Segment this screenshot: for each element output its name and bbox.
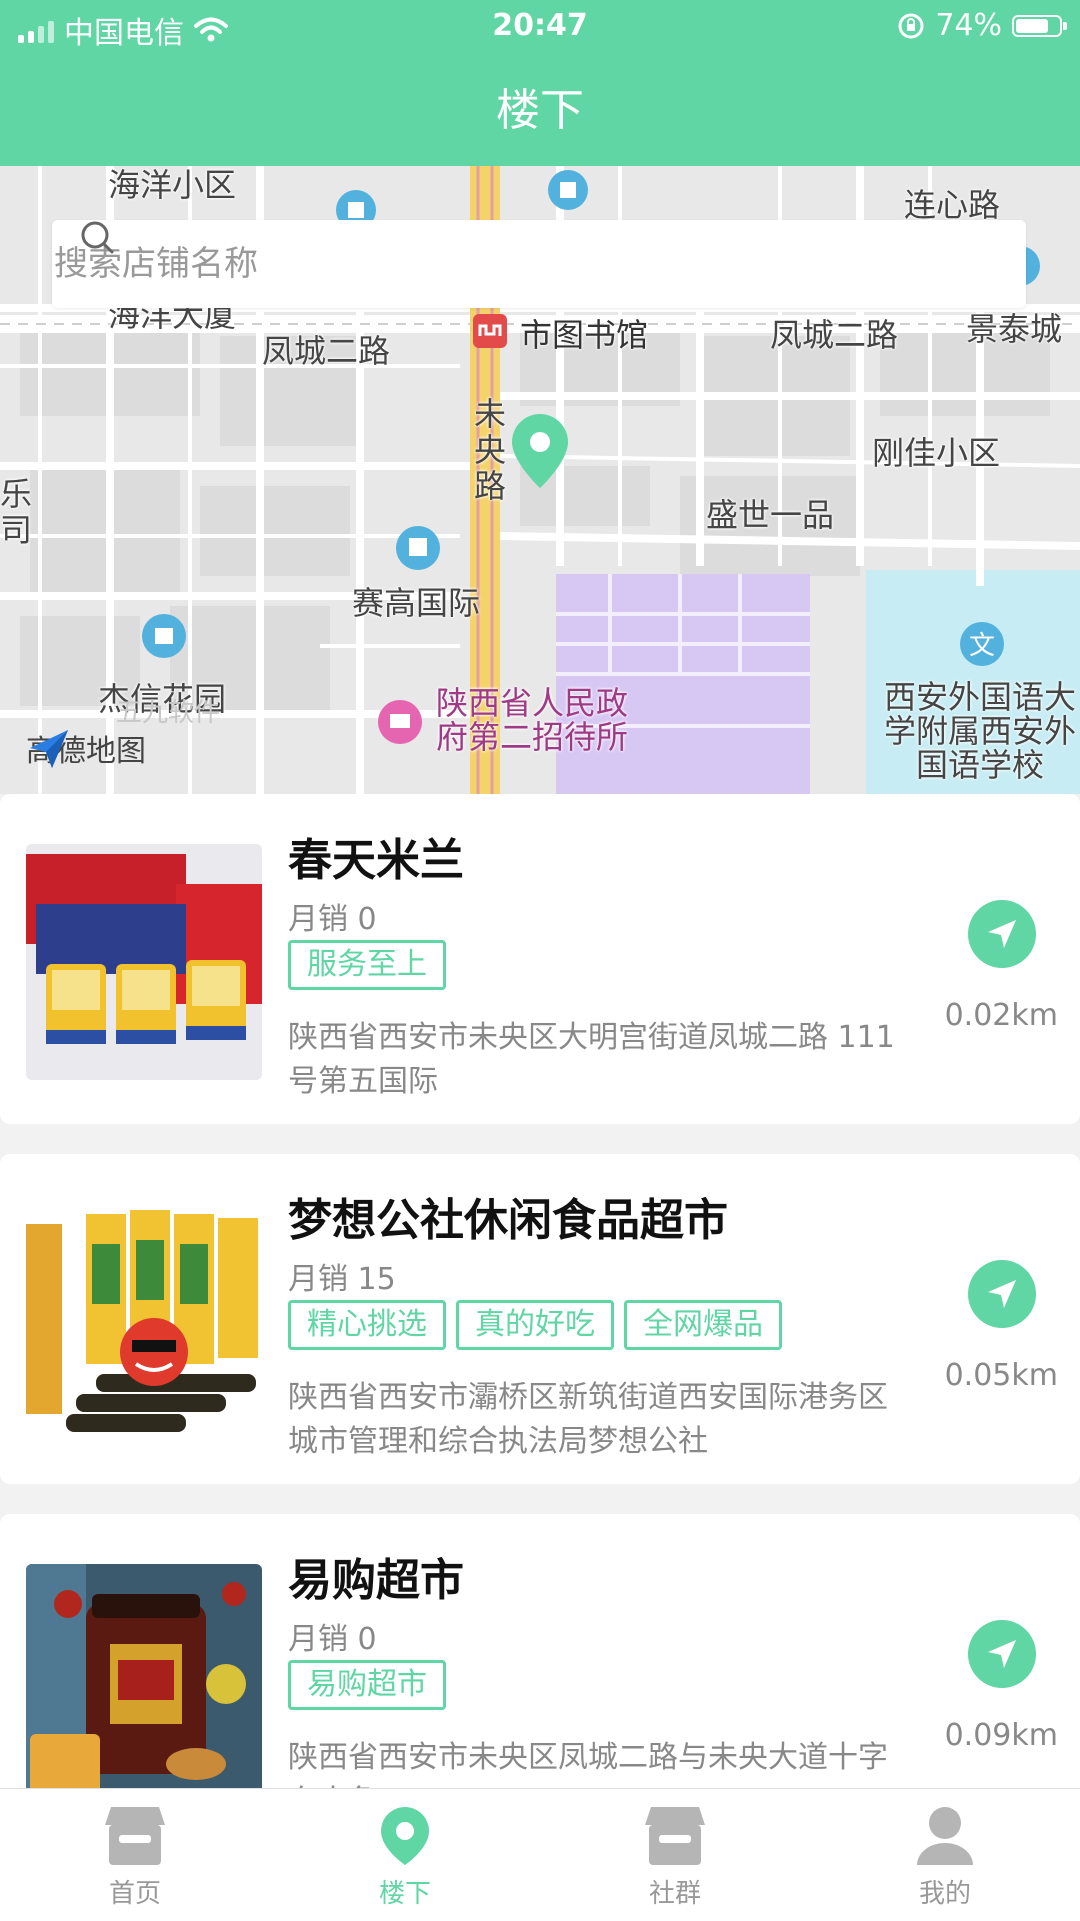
map-label: 海洋小区 (108, 166, 237, 204)
map-label: 市图书馆 (520, 316, 649, 354)
map-watermark: 五九软件 (116, 698, 221, 728)
store-distance: 0.02km (944, 998, 1058, 1033)
search-bar[interactable] (52, 220, 1026, 308)
map-label: 陕西省人民政府第二招待所 (436, 684, 629, 756)
tab-label: 首页 (108, 1879, 161, 1909)
store-tag: 精心挑选 (288, 1300, 446, 1350)
tab-mine[interactable]: 我的 (810, 1789, 1080, 1921)
tab-home[interactable]: 首页 (0, 1789, 270, 1921)
store-name: 春天米兰 (288, 835, 464, 886)
map-label: 未央路 (473, 395, 506, 505)
tab-bar: 首页 楼下 社群 我的 (0, 1788, 1080, 1921)
store-sales: 月销 0 (288, 902, 377, 937)
store-card[interactable]: 易购超市 月销 0 易购超市 陕西省西安市未央区凤城二路与未央大道十字东南角 0… (0, 1514, 1080, 1819)
map-label: 凤城二路 (770, 316, 899, 354)
search-icon (81, 221, 114, 254)
search-input[interactable] (52, 243, 856, 285)
page-title: 楼下 (0, 56, 1080, 166)
store-tag: 服务至上 (288, 940, 446, 990)
status-bar: 中国电信 20:47 74% (0, 0, 1080, 56)
navigation-arrow-icon (988, 1640, 1016, 1668)
map-label: 乐司 (0, 475, 33, 549)
map-label: 凤城二路 (262, 332, 391, 370)
amap-logo-icon (30, 730, 68, 768)
map-view[interactable]: 文 海洋小区 连心路 海洋大厦 市图书馆 凤城二路 凤城二路 景泰城 未央路 刚… (0, 166, 1080, 794)
navigation-arrow-icon (988, 920, 1016, 948)
store-name: 梦想公社休闲食品超市 (288, 1195, 728, 1246)
battery-percent: 74% (935, 8, 1002, 43)
location-pin-icon (381, 1807, 429, 1865)
map-label: 盛世一品 (706, 496, 835, 534)
store-thumbnail (26, 1564, 262, 1800)
user-icon (917, 1807, 973, 1865)
store-name: 易购超市 (288, 1555, 464, 1606)
tab-downstairs[interactable]: 楼下 (270, 1789, 540, 1921)
storefront-icon (105, 1807, 165, 1865)
tab-label: 社群 (648, 1879, 701, 1909)
map-label: 刚佳小区 (872, 434, 1001, 472)
navigate-button[interactable] (968, 1620, 1036, 1688)
tab-community[interactable]: 社群 (540, 1789, 810, 1921)
navigate-button[interactable] (968, 1260, 1036, 1328)
store-thumbnail (26, 844, 262, 1080)
store-tag: 真的好吃 (456, 1300, 614, 1350)
store-thumbnail (26, 1204, 262, 1440)
map-label: 西安外国语大学附属西安外国语学校 (883, 678, 1076, 784)
map-label: 景泰城 (966, 310, 1063, 348)
svg-text:文: 文 (969, 631, 995, 661)
store-tags: 精心挑选 真的好吃 全网爆品 (288, 1300, 782, 1350)
store-distance: 0.05km (944, 1358, 1058, 1393)
store-tags: 易购超市 (288, 1660, 446, 1710)
map-label: 赛高国际 (352, 584, 481, 622)
store-card[interactable]: 春天米兰 月销 0 服务至上 陕西省西安市未央区大明宫街道凤城二路 111号第五… (0, 794, 1080, 1124)
amap-logo: 高德地图 (26, 726, 146, 770)
store-distance: 0.09km (944, 1718, 1058, 1753)
tab-label: 楼下 (378, 1879, 431, 1909)
rotation-lock-icon (898, 13, 924, 38)
store-tags: 服务至上 (288, 940, 446, 990)
shop-icon (645, 1807, 705, 1865)
store-card[interactable]: 梦想公社休闲食品超市 月销 15 精心挑选 真的好吃 全网爆品 陕西省西安市灞桥… (0, 1154, 1080, 1484)
store-sales: 月销 15 (288, 1262, 396, 1297)
tab-label: 我的 (918, 1879, 971, 1909)
battery-icon (1012, 14, 1067, 37)
store-address: 陕西省西安市未央区大明宫街道凤城二路 111号第五国际 (288, 1020, 895, 1099)
store-address: 陕西省西安市灞桥区新筑街道西安国际港务区城市管理和综合执法局梦想公社 (288, 1380, 888, 1459)
store-sales: 月销 0 (288, 1622, 377, 1657)
store-tag: 易购超市 (288, 1660, 446, 1710)
navigation-arrow-icon (988, 1280, 1016, 1308)
navigate-button[interactable] (968, 900, 1036, 968)
store-tag: 全网爆品 (624, 1300, 782, 1350)
